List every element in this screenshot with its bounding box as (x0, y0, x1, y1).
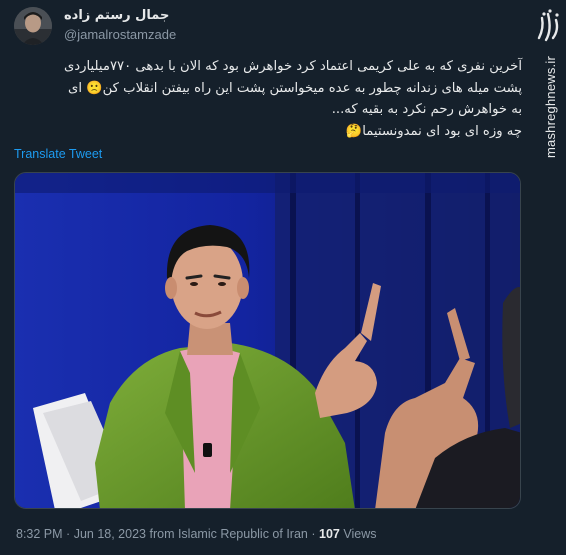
watermark-url: mashreghnews.ir (543, 56, 558, 158)
avatar[interactable] (14, 7, 52, 45)
tweet-photo[interactable] (14, 172, 521, 509)
separator: · (311, 527, 316, 541)
tweet-card: جمال رستم زاده @jamalrostamzade آخرین نف… (0, 0, 534, 555)
display-name[interactable]: جمال رستم زاده (64, 8, 169, 23)
separator: · (66, 527, 71, 541)
tweet-meta: 8:32 PM · Jun 18, 2023 from Islamic Repu… (16, 527, 376, 541)
tweet-location: from Islamic Republic of Iran (149, 527, 308, 541)
views-count: 107 (319, 527, 340, 541)
watermark-strip: mashreghnews.ir (534, 0, 566, 555)
tweet-text-line: چه وزه ای بود ای نمدونستیما🤔 (345, 123, 522, 139)
mashregh-logo (536, 8, 562, 46)
tweet-text-line: به خواهرش رحم نکرد به بقیه که... (331, 102, 522, 117)
tweet-text-line: پشت میله های زندانه چطور به عده میخواستن… (68, 80, 522, 96)
username[interactable]: @jamalrostamzade (64, 27, 176, 42)
tweet-text-line: آخرین نفری که به علی کریمی اعتماد کرد خو… (63, 59, 522, 74)
tweet-time[interactable]: 8:32 PM (16, 527, 63, 541)
tweet-date[interactable]: Jun 18, 2023 (74, 527, 146, 541)
tweet-text: آخرین نفری که به علی کریمی اعتماد کرد خو… (12, 56, 522, 142)
translate-tweet-link[interactable]: Translate Tweet (14, 147, 102, 161)
views-label: Views (343, 527, 377, 541)
